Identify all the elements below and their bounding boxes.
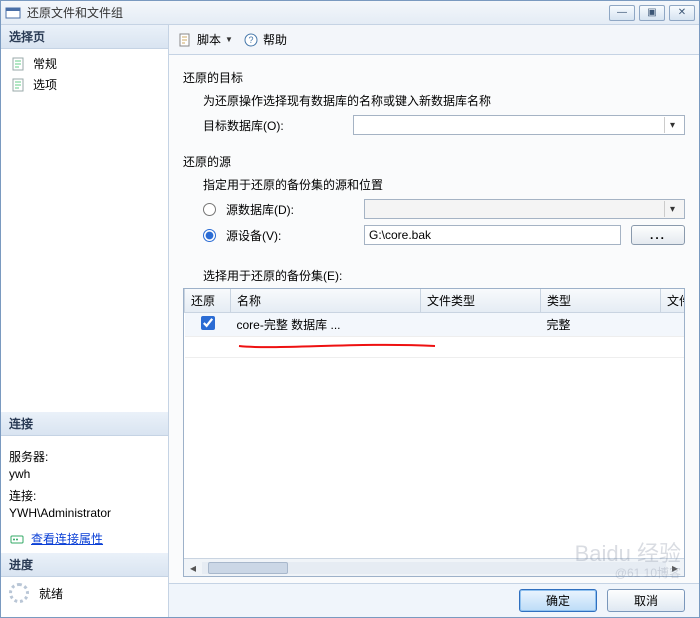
- section-source-desc: 指定用于还原的备份集的源和位置: [203, 176, 685, 193]
- help-label: 帮助: [263, 31, 287, 48]
- underline-annotation-icon: [237, 341, 437, 351]
- view-connection-props-link[interactable]: 查看连接属性: [9, 530, 160, 547]
- browse-label: ...: [650, 228, 666, 242]
- table-header: 还原 名称 文件类型 类型 文件: [185, 289, 685, 313]
- col-filetype[interactable]: 文件类型: [421, 289, 541, 313]
- source-db-radio[interactable]: [203, 203, 216, 216]
- scroll-right-icon[interactable]: ▸: [666, 561, 684, 575]
- section-target-title: 还原的目标: [183, 69, 685, 86]
- source-db-combobox: ▾: [364, 199, 685, 219]
- scroll-track[interactable]: [202, 562, 666, 574]
- title-bar: 还原文件和文件组 — ▣ ✕: [1, 1, 699, 25]
- window-title: 还原文件和文件组: [27, 4, 609, 21]
- content-pane: 脚本 ▼ ? 帮助 还原的目标 为还原操作选择现有数据库的名称或键入新数据库名称…: [169, 25, 699, 617]
- server-value: ywh: [9, 467, 160, 481]
- view-connection-label: 查看连接属性: [31, 530, 103, 547]
- dialog-footer: 确定 取消: [169, 583, 699, 617]
- section-target-desc: 为还原操作选择现有数据库的名称或键入新数据库名称: [203, 92, 685, 109]
- cancel-button[interactable]: 取消: [607, 589, 685, 612]
- horizontal-scrollbar[interactable]: ◂ ▸: [184, 558, 684, 576]
- row-restore-checkbox[interactable]: [201, 316, 215, 330]
- sidebar-item-label: 选项: [33, 76, 57, 93]
- connection-icon: [9, 531, 25, 547]
- row-type: 完整: [541, 313, 661, 337]
- minimize-button[interactable]: —: [609, 5, 635, 21]
- page-icon: [11, 56, 27, 72]
- annotation-row: [185, 337, 685, 358]
- sidebar-page-list: 常规 选项: [1, 49, 168, 119]
- server-label: 服务器:: [9, 448, 160, 465]
- script-icon: [177, 32, 193, 48]
- col-type[interactable]: 类型: [541, 289, 661, 313]
- col-file[interactable]: 文件: [661, 289, 685, 313]
- scroll-left-icon[interactable]: ◂: [184, 561, 202, 575]
- chevron-down-icon: ▾: [664, 117, 680, 133]
- sidebar-item-label: 常规: [33, 55, 57, 72]
- row-file: [661, 313, 685, 337]
- source-device-value: G:\core.bak: [369, 228, 431, 242]
- connection-info: 服务器: ywh 连接: YWH\Administrator 查看连接属性: [1, 436, 168, 553]
- maximize-button[interactable]: ▣: [639, 5, 665, 21]
- window-controls: — ▣ ✕: [609, 5, 695, 21]
- sidebar-header-connection: 连接: [1, 412, 168, 436]
- source-device-label: 源设备(V):: [226, 227, 354, 244]
- browse-device-button[interactable]: ...: [631, 225, 685, 245]
- target-db-combobox[interactable]: ▾: [353, 115, 685, 135]
- source-db-label: 源数据库(D):: [226, 201, 354, 218]
- source-device-textbox[interactable]: G:\core.bak: [364, 225, 621, 245]
- backupsets-label: 选择用于还原的备份集(E):: [203, 267, 685, 284]
- chevron-down-icon: ▼: [225, 35, 233, 44]
- conn-value: YWH\Administrator: [9, 506, 160, 520]
- progress-spinner-icon: [9, 583, 29, 603]
- backupsets-table: 还原 名称 文件类型 类型 文件 core-完整 数据: [183, 288, 685, 577]
- progress-block: 就绪: [1, 577, 168, 617]
- section-source-title: 还原的源: [183, 153, 685, 170]
- sidebar-header-progress: 进度: [1, 553, 168, 577]
- ok-button[interactable]: 确定: [519, 589, 597, 612]
- help-button[interactable]: ? 帮助: [243, 31, 287, 48]
- app-icon: [5, 5, 21, 21]
- progress-status: 就绪: [39, 585, 63, 602]
- sidebar: 选择页 常规 选项 连接 服务器: ywh 连接: YWH\Administra…: [1, 25, 169, 617]
- col-restore[interactable]: 还原: [185, 289, 231, 313]
- toolbar: 脚本 ▼ ? 帮助: [169, 25, 699, 55]
- script-label: 脚本: [197, 31, 221, 48]
- svg-text:?: ?: [248, 35, 253, 45]
- close-button[interactable]: ✕: [669, 5, 695, 21]
- help-icon: ?: [243, 32, 259, 48]
- row-filetype: [421, 313, 541, 337]
- row-name: core-完整 数据库 ...: [231, 313, 421, 337]
- dialog-window: 还原文件和文件组 — ▣ ✕ 选择页 常规 选项 连接 服: [0, 0, 700, 618]
- page-icon: [11, 77, 27, 93]
- scroll-thumb[interactable]: [208, 562, 288, 574]
- table-row[interactable]: core-完整 数据库 ... 完整: [185, 313, 685, 337]
- sidebar-item-options[interactable]: 选项: [9, 74, 160, 95]
- target-db-label: 目标数据库(O):: [203, 117, 343, 134]
- chevron-down-icon: ▾: [664, 201, 680, 217]
- col-name[interactable]: 名称: [231, 289, 421, 313]
- source-device-radio[interactable]: [203, 229, 216, 242]
- sidebar-header-pages: 选择页: [1, 25, 168, 49]
- conn-label: 连接:: [9, 487, 160, 504]
- sidebar-item-general[interactable]: 常规: [9, 53, 160, 74]
- script-button[interactable]: 脚本 ▼: [177, 31, 233, 48]
